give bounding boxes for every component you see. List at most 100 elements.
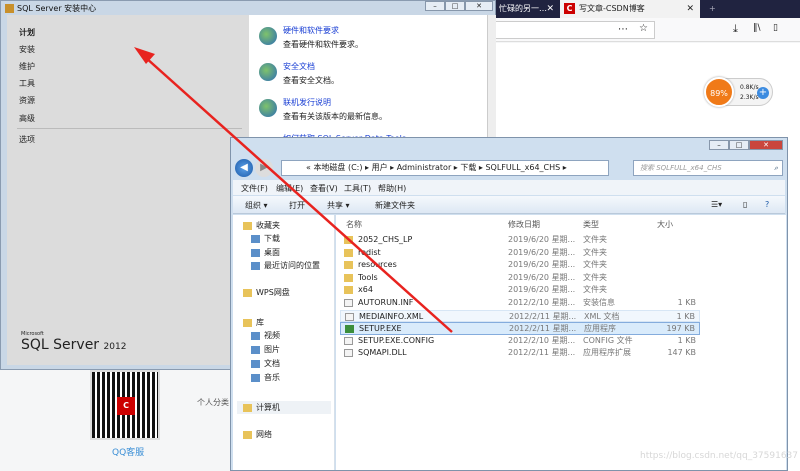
sidebar-icon[interactable]: ▯ xyxy=(773,23,778,33)
file-row[interactable]: redist2019/6/20 星期...文件夹 xyxy=(340,247,700,260)
organize-button[interactable]: 组织 ▾ xyxy=(245,200,268,211)
close-icon[interactable]: ✕ xyxy=(686,0,694,18)
back-button[interactable]: ◀ xyxy=(235,159,253,177)
nav-label: 图片 xyxy=(264,345,280,354)
path-text: « 本地磁盘 (C:) ▸ 用户 ▸ Administrator ▸ 下载 ▸ … xyxy=(306,163,567,172)
nav-install[interactable]: 安装 xyxy=(19,44,35,55)
nav-maintain[interactable]: 维护 xyxy=(19,61,35,72)
column-date[interactable]: 修改日期 xyxy=(508,219,540,230)
column-size[interactable]: 大小 xyxy=(657,219,673,230)
nav-tools[interactable]: 工具 xyxy=(19,78,35,89)
menu-file[interactable]: 文件(F) xyxy=(241,183,268,194)
file-type: 安装信息 xyxy=(583,297,615,310)
file-type: 文件夹 xyxy=(583,234,607,247)
library-icon[interactable]: ‖\ xyxy=(753,23,761,33)
file-row[interactable]: AUTORUN.INF2012/2/10 星期...安装信息1 KB xyxy=(340,297,700,310)
file-name: SETUP.EXE.CONFIG xyxy=(358,335,434,348)
file-row[interactable]: SETUP.EXE.CONFIG2012/2/10 星期...CONFIG 文件… xyxy=(340,335,700,348)
star-icon[interactable]: ☆ xyxy=(639,23,648,34)
network-widget[interactable]: 89% 0.8K/s 2.3K/s + xyxy=(705,78,773,106)
nav-item[interactable]: 库 xyxy=(243,317,264,328)
globe-doc-icon xyxy=(259,27,277,45)
close-icon[interactable]: ✕ xyxy=(546,0,554,18)
menu-help[interactable]: 帮助(H) xyxy=(378,183,406,194)
forward-button[interactable]: ▶ xyxy=(255,159,273,177)
url-bar[interactable]: ⋯ ☆ xyxy=(495,21,655,39)
nav-item[interactable]: 桌面 xyxy=(251,247,280,258)
nav-item[interactable]: 最近访问的位置 xyxy=(251,260,320,271)
menu-tools[interactable]: 工具(T) xyxy=(344,183,371,194)
share-button[interactable]: 共享 ▾ xyxy=(327,200,350,211)
nav-item[interactable]: WPS网盘 xyxy=(243,287,290,298)
column-type[interactable]: 类型 xyxy=(583,219,599,230)
nav-item[interactable]: 文档 xyxy=(251,358,280,369)
maximize-button[interactable]: □ xyxy=(445,1,465,11)
nav-icon xyxy=(251,360,260,368)
new-folder-button[interactable]: 新建文件夹 xyxy=(375,200,415,211)
tab-label: 写文章-CSDN博客 xyxy=(579,4,645,13)
tab-other[interactable]: 忙碌的另一…✕ xyxy=(495,0,560,18)
file-row[interactable]: MEDIAINFO.XML2012/2/11 星期...XML 文档1 KB xyxy=(340,310,700,323)
nav-plan[interactable]: 计划 xyxy=(19,27,35,38)
folder-icon xyxy=(344,236,353,244)
file-date: 2019/6/20 星期... xyxy=(508,259,575,272)
plus-icon[interactable]: + xyxy=(757,87,769,99)
nav-label: 收藏夹 xyxy=(256,221,280,230)
nav-item[interactable]: 收藏夹 xyxy=(243,220,280,231)
nav-item[interactable]: 图片 xyxy=(251,344,280,355)
security-docs-link[interactable]: 安全文档 xyxy=(283,61,315,72)
minimize-button[interactable]: – xyxy=(709,140,729,150)
nav-item[interactable]: 计算机 xyxy=(237,401,331,414)
release-notes-link[interactable]: 联机发行说明 xyxy=(283,97,331,108)
item-desc: 查看硬件和软件要求。 xyxy=(283,39,363,50)
nav-resources[interactable]: 资源 xyxy=(19,95,35,106)
file-row[interactable]: resources2019/6/20 星期...文件夹 xyxy=(340,259,700,272)
nav-item[interactable]: 下载 xyxy=(251,233,280,244)
help-icon[interactable]: ? xyxy=(765,200,769,209)
file-type: 文件夹 xyxy=(583,272,607,285)
window-title: SQL Server 安装中心 xyxy=(5,3,96,14)
minimize-button[interactable]: – xyxy=(425,1,445,11)
search-icon: ⌕ xyxy=(774,161,778,175)
more-icon[interactable]: ⋯ xyxy=(618,24,628,35)
nav-item[interactable]: 网络 xyxy=(243,429,272,440)
file-row[interactable]: SETUP.EXE2012/2/11 星期...应用程序197 KB xyxy=(340,322,700,335)
file-date: 2012/2/10 星期... xyxy=(508,335,575,348)
file-row[interactable]: Tools2019/6/20 星期...文件夹 xyxy=(340,272,700,285)
preview-pane-icon[interactable]: ▯ xyxy=(743,200,747,209)
exe-icon xyxy=(345,325,354,333)
menu-view[interactable]: 查看(V) xyxy=(310,183,338,194)
menu-edit[interactable]: 编辑(E) xyxy=(276,183,303,194)
file-row[interactable]: x642019/6/20 星期...文件夹 xyxy=(340,284,700,297)
file-date: 2019/6/20 星期... xyxy=(508,234,575,247)
divider xyxy=(17,128,242,129)
column-name[interactable]: 名称 xyxy=(346,219,362,230)
open-button[interactable]: 打开 xyxy=(289,200,305,211)
download-icon[interactable]: ⤓ xyxy=(733,22,738,36)
nav-advanced[interactable]: 高级 xyxy=(19,113,35,124)
view-options-icon[interactable]: ☰▾ xyxy=(711,200,722,209)
qq-service-link[interactable]: QQ客服 xyxy=(112,445,144,458)
nav-options[interactable]: 选项 xyxy=(19,134,35,145)
close-button[interactable]: ✕ xyxy=(465,1,493,11)
close-button[interactable]: ✕ xyxy=(749,140,783,150)
nav-label: 库 xyxy=(256,318,264,327)
new-tab-button[interactable]: + xyxy=(705,0,716,18)
nav-item[interactable]: 音乐 xyxy=(251,372,280,383)
file-row[interactable]: SQMAPI.DLL2012/2/11 星期...应用程序扩展147 KB xyxy=(340,347,700,360)
nav-label: 音乐 xyxy=(264,373,280,382)
csdn-logo-icon: C xyxy=(564,3,575,14)
hw-sw-requirements-link[interactable]: 硬件和软件要求 xyxy=(283,25,339,36)
file-size: 1 KB xyxy=(678,335,696,348)
sql-nav-pane: 计划 安装 维护 工具 资源 高级 选项 MicrosoftSQL Server… xyxy=(7,15,249,365)
tab-csdn[interactable]: C 写文章-CSDN博客 ✕ xyxy=(560,0,700,18)
search-input[interactable]: 搜索 SQLFULL_x64_CHS⌕ xyxy=(633,160,783,176)
nav-icon xyxy=(251,346,260,354)
address-bar[interactable]: « 本地磁盘 (C:) ▸ 用户 ▸ Administrator ▸ 下载 ▸ … xyxy=(281,160,609,176)
nav-icon xyxy=(243,222,252,230)
maximize-button[interactable]: □ xyxy=(729,140,749,150)
tab-label: 忙碌的另一… xyxy=(499,4,547,13)
file-size: 1 KB xyxy=(678,297,696,310)
file-row[interactable]: 2052_CHS_LP2019/6/20 星期...文件夹 xyxy=(340,234,700,247)
nav-item[interactable]: 视频 xyxy=(251,330,280,341)
